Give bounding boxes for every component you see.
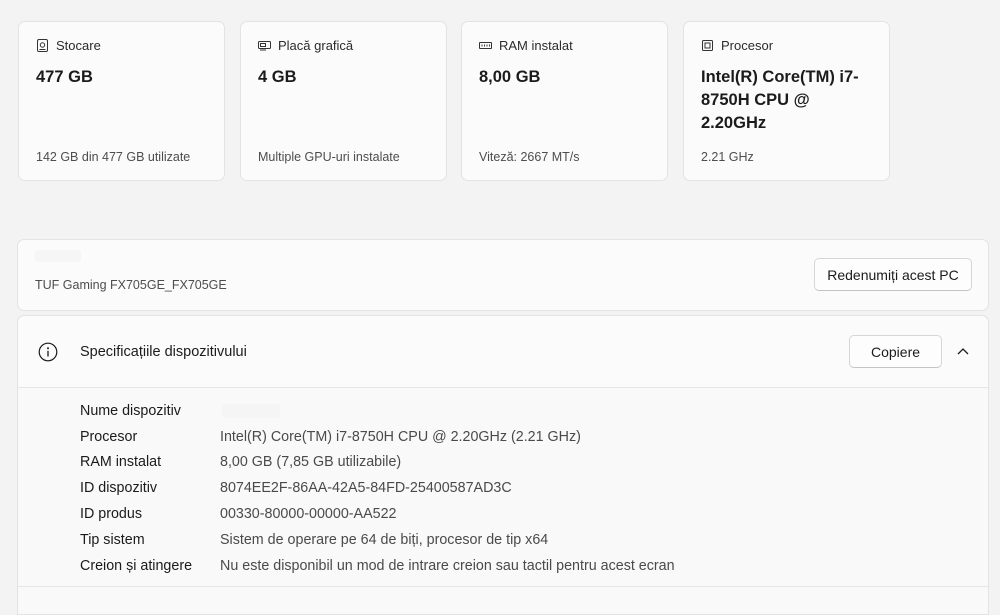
- card-title: RAM instalat: [499, 38, 573, 53]
- ram-card[interactable]: RAM instalat 8,00 GB Viteză: 2667 MT/s: [461, 21, 668, 181]
- spec-value: 8,00 GB (7,85 GB utilizabile): [220, 454, 402, 471]
- card-value: 8,00 GB: [479, 68, 541, 86]
- spec-row-ram: RAM instalat 8,00 GB (7,85 GB utilizabil…: [80, 450, 675, 476]
- spec-value: 8074EE2F-86AA-42A5-84FD-25400587AD3C: [220, 480, 512, 497]
- pc-name-panel: TUF Gaming FX705GE_FX705GE Redenumiți ac…: [17, 239, 989, 311]
- copy-button[interactable]: Copiere: [849, 335, 942, 368]
- card-value: 477 GB: [36, 68, 93, 86]
- spec-value: Intel(R) Core(TM) i7-8750H CPU @ 2.20GHz…: [220, 428, 581, 445]
- spec-label: Nume dispozitiv: [80, 402, 181, 419]
- rename-pc-button[interactable]: Redenumiți acest PC: [814, 258, 972, 291]
- card-value: Intel(R) Core(TM) i7-8750H CPU @ 2.20GHz: [701, 68, 859, 132]
- spec-list: Nume dispozitiv Procesor Intel(R) Core(T…: [80, 398, 675, 579]
- device-specifications-title: Specificațiile dispozitivului: [80, 344, 247, 360]
- divider: [18, 586, 988, 587]
- spec-label: ID dispozitiv: [80, 480, 158, 497]
- spec-row-system-type: Tip sistem Sistem de operare pe 64 de bi…: [80, 527, 675, 553]
- spec-label: ID produs: [80, 506, 142, 523]
- card-value: 4 GB: [258, 68, 297, 86]
- storage-card[interactable]: Stocare 477 GB 142 GB din 477 GB utiliza…: [18, 21, 225, 181]
- processor-card[interactable]: Procesor Intel(R) Core(TM) i7-8750H CPU …: [683, 21, 890, 181]
- card-title: Procesor: [721, 38, 774, 53]
- spec-value: 00330-80000-00000-AA522: [220, 506, 397, 523]
- spec-label: Tip sistem: [80, 531, 145, 548]
- device-specifications-panel: Specificațiile dispozitivului Copiere Nu…: [17, 315, 989, 615]
- card-header: Placă grafică: [258, 38, 353, 53]
- graphics-card-icon: [258, 41, 271, 51]
- spec-row-device-id: ID dispozitiv 8074EE2F-86AA-42A5-84FD-25…: [80, 475, 675, 501]
- spec-value: Sistem de operare pe 64 de biți, proceso…: [220, 531, 549, 548]
- redacted-pc-name: [35, 250, 81, 262]
- ram-icon: [479, 42, 492, 49]
- spec-value: Nu este disponibil un mod de intrare cre…: [220, 557, 675, 574]
- card-header: Stocare: [36, 38, 101, 53]
- spec-row-product-id: ID produs 00330-80000-00000-AA522: [80, 501, 675, 527]
- info-icon: [38, 342, 58, 362]
- card-header: Procesor: [701, 38, 773, 53]
- card-title: Placă grafică: [278, 38, 354, 53]
- card-subtitle: Viteză: 2667 MT/s: [479, 150, 580, 164]
- spec-label: Procesor: [80, 428, 138, 445]
- chevron-up-icon[interactable]: [956, 346, 970, 356]
- spec-label: RAM instalat: [80, 454, 162, 471]
- spec-row-pen-touch: Creion și atingere Nu este disponibil un…: [80, 553, 675, 579]
- processor-icon: [702, 40, 713, 51]
- spec-row-processor: Procesor Intel(R) Core(TM) i7-8750H CPU …: [80, 424, 675, 450]
- card-subtitle: 2.21 GHz: [701, 150, 754, 164]
- card-subtitle: 142 GB din 477 GB utilizate: [36, 150, 191, 164]
- spec-label: Creion și atingere: [80, 557, 193, 574]
- storage-icon: [37, 39, 48, 52]
- redacted-device-name: [222, 403, 280, 418]
- device-specifications-header[interactable]: Specificațiile dispozitivului Copiere: [18, 316, 988, 388]
- card-subtitle: Multiple GPU-uri instalate: [258, 150, 400, 164]
- spec-row-device-name: Nume dispozitiv: [80, 398, 675, 424]
- card-header: RAM instalat: [479, 38, 573, 53]
- pc-model: TUF Gaming FX705GE_FX705GE: [35, 278, 227, 292]
- card-title: Stocare: [56, 38, 101, 53]
- graphics-card[interactable]: Placă grafică 4 GB Multiple GPU-uri inst…: [240, 21, 447, 181]
